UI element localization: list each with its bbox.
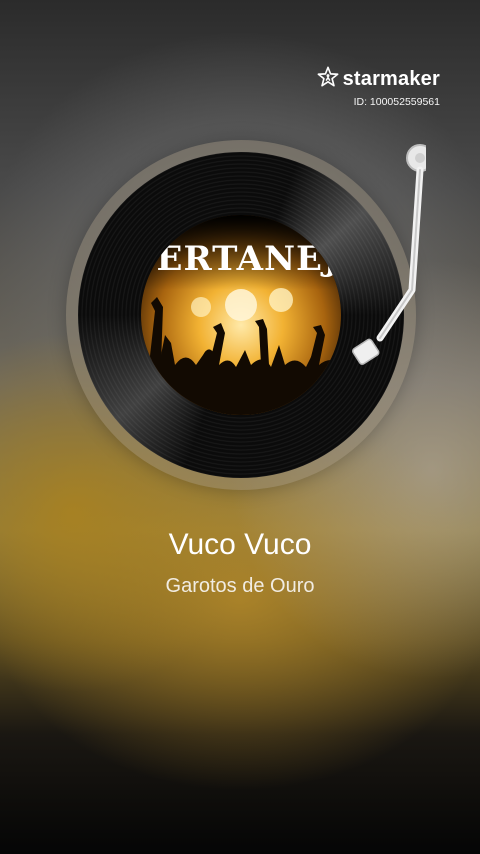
- star-person-icon: [317, 66, 339, 93]
- album-cover-text: SERTANEJO: [141, 239, 341, 279]
- user-id: ID: 100052559561: [353, 96, 440, 108]
- artist-name: Garotos de Ouro: [165, 575, 315, 597]
- turntable: SERTANEJO: [66, 140, 426, 500]
- brand-name: starmaker: [342, 68, 440, 90]
- brand-watermark: starmaker ID: 100052559561: [317, 66, 440, 108]
- song-title: Vuco Vuco: [168, 528, 312, 561]
